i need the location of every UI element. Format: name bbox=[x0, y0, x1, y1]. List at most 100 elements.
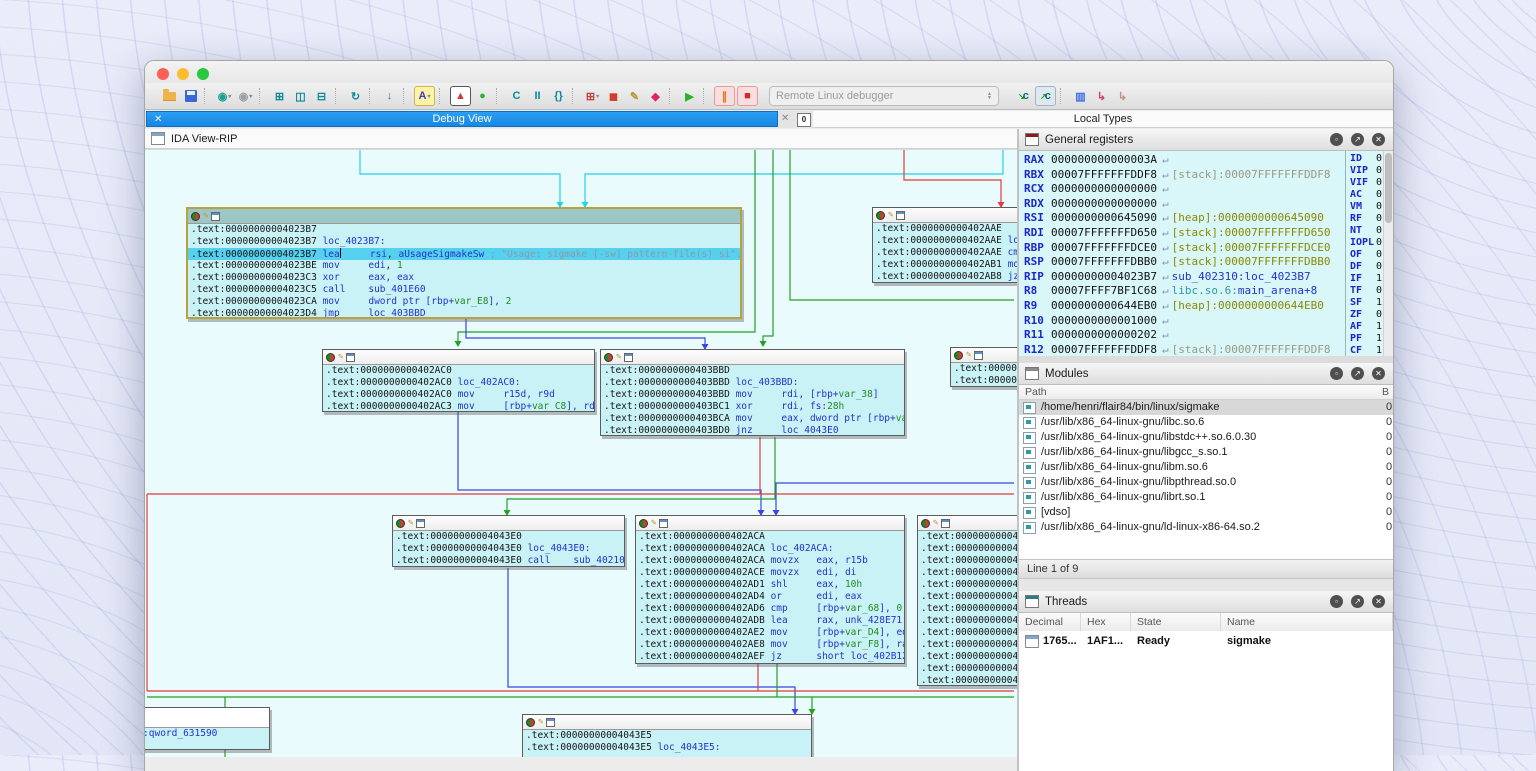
disasm-line[interactable]: .text:0000000000403BCA mov eax, dword pt… bbox=[601, 413, 904, 425]
flag-row[interactable]: VIF0 bbox=[1350, 177, 1384, 189]
close-pane-icon[interactable]: ✕ bbox=[781, 113, 789, 124]
threads-panel-header[interactable]: Threads ▫ ↗ ✕ bbox=[1019, 591, 1393, 613]
dock-panel-button[interactable]: ▫ bbox=[1330, 133, 1343, 146]
module-row[interactable]: /usr/lib/x86_64-linux-gnu/libgcc_s.so.10 bbox=[1019, 445, 1393, 460]
flag-row[interactable]: AC0 bbox=[1350, 189, 1384, 201]
chart-icon[interactable] bbox=[896, 211, 905, 220]
graph-view[interactable]: ✎.text:00000000004023B7.text:00000000004… bbox=[145, 149, 1017, 757]
panel-splitter[interactable] bbox=[1019, 579, 1393, 591]
flag-row[interactable]: VIP0 bbox=[1350, 165, 1384, 177]
tab-debug-view[interactable]: ✕ Debug View bbox=[146, 111, 778, 127]
panel-splitter[interactable] bbox=[1019, 356, 1393, 363]
float-panel-button[interactable]: ↗ bbox=[1351, 133, 1364, 146]
follow-value-icon[interactable]: ↵ bbox=[1162, 211, 1169, 224]
follow-value-icon[interactable]: ↵ bbox=[1162, 197, 1169, 210]
block-4043E5[interactable]: ✎.text:00000000004043E5.text:00000000004… bbox=[522, 714, 812, 757]
disasm-line[interactable]: .text:0000000000402AC3 mov [rbp+var_C8],… bbox=[323, 401, 594, 412]
chart-icon[interactable] bbox=[546, 718, 555, 727]
disasm-line[interactable]: .text:00000000004023D4 jmp loc_403BBD bbox=[188, 308, 740, 319]
jump-name-icon[interactable]: ◉▾ bbox=[236, 87, 255, 105]
chart-icon[interactable] bbox=[346, 353, 355, 362]
follow-value-icon[interactable]: ↵ bbox=[1162, 153, 1169, 166]
flag-row[interactable]: RF0 bbox=[1350, 213, 1384, 225]
breakpoint-icon[interactable] bbox=[526, 718, 535, 727]
flag-row[interactable]: IF1 bbox=[1350, 273, 1384, 285]
threads-column-header[interactable]: Decimal Hex State Name bbox=[1019, 613, 1393, 632]
breakpoint-icon[interactable] bbox=[326, 353, 335, 362]
edit-icon[interactable]: ✎ bbox=[966, 351, 971, 360]
module-row[interactable]: /usr/lib/x86_64-linux-gnu/ld-linux-x86-6… bbox=[1019, 520, 1393, 535]
jump-down-icon[interactable]: ↓ bbox=[380, 87, 399, 105]
trace-into-icon[interactable]: ↳ bbox=[1092, 87, 1111, 105]
disasm-line[interactable]: .text:000000000040 bbox=[918, 663, 1017, 675]
flag-row[interactable]: CF1 bbox=[1350, 345, 1384, 356]
follow-value-icon[interactable]: ↵ bbox=[1162, 314, 1169, 327]
block-402AC0[interactable]: ✎.text:0000000000402AC0.text:00000000004… bbox=[322, 349, 595, 412]
disasm-line[interactable]: .text:00000000004023B7 loc_4023B7: bbox=[188, 236, 740, 248]
edit-icon[interactable]: ✎ bbox=[538, 718, 543, 727]
pane-badge-icon[interactable]: 0 bbox=[797, 113, 811, 127]
close-panel-button[interactable]: ✕ bbox=[1372, 595, 1385, 608]
register-row[interactable]: RSI0000000000645090↵[heap]:0000000000645… bbox=[1024, 211, 1345, 226]
disasm-line[interactable]: .text:00000000004023C5 call sub_401E60 bbox=[188, 284, 740, 296]
zoom-window-button[interactable] bbox=[197, 68, 209, 80]
scrollbar-thumb[interactable] bbox=[1385, 153, 1392, 223]
follow-value-icon[interactable]: ↵ bbox=[1162, 284, 1169, 297]
graph-overview-icon[interactable]: ▲ bbox=[450, 86, 471, 106]
block-header[interactable]: ✎ bbox=[523, 715, 811, 730]
minimize-window-button[interactable] bbox=[177, 68, 189, 80]
disasm-line[interactable]: .text:00000000004043E0 bbox=[393, 531, 624, 543]
disasm-line[interactable]: .text:0000000000402ACA loc_402ACA: bbox=[636, 543, 904, 555]
ida-view-header[interactable]: IDA View-RIP bbox=[145, 129, 1017, 149]
float-panel-button[interactable]: ↗ bbox=[1351, 595, 1364, 608]
refresh-view-icon[interactable]: ↻ bbox=[346, 87, 365, 105]
breakpoint-icon[interactable]: ◼ bbox=[604, 87, 623, 105]
disasm-line[interactable]: .text:000000000040 bbox=[918, 627, 1017, 639]
disasm-line[interactable]: .text:00000000004023C3 xor eax, eax bbox=[188, 272, 740, 284]
edit-icon[interactable]: ✎ bbox=[338, 353, 343, 362]
disasm-line[interactable]: .text:00000000004023BE mov edi, 1 bbox=[188, 260, 740, 272]
flag-row[interactable]: NT0 bbox=[1350, 225, 1384, 237]
disasm-line[interactable]: .text:0000000000403BD0 jnz loc_4043E0 bbox=[601, 425, 904, 436]
module-row[interactable]: /usr/lib/x86_64-linux-gnu/libpthread.so.… bbox=[1019, 475, 1393, 490]
flag-row[interactable]: PF1 bbox=[1350, 333, 1384, 345]
disasm-line[interactable]: .text:000000000040 bbox=[951, 363, 1017, 375]
close-panel-button[interactable]: ✕ bbox=[1372, 367, 1385, 380]
disasm-line[interactable]: .text:0000000000403BBD loc_403BBD: bbox=[601, 377, 904, 389]
breakpoint-list-icon[interactable]: ⊞▾ bbox=[583, 87, 602, 105]
block-clipped-right[interactable]: ✎.text:000000000040.text:000000000040.te… bbox=[917, 515, 1017, 686]
flag-row[interactable]: ZF0 bbox=[1350, 309, 1384, 321]
chart-icon[interactable] bbox=[416, 519, 425, 528]
block-403BBD[interactable]: ✎.text:0000000000403BBD.text:00000000004… bbox=[600, 349, 905, 436]
follow-value-icon[interactable]: ↵ bbox=[1162, 343, 1169, 356]
disasm-line[interactable]: .text:00000000004043E0 call sub_402100 bbox=[393, 555, 624, 567]
segments-window-icon[interactable]: ⊞ bbox=[270, 87, 289, 105]
module-row[interactable]: /home/henri/flair84/bin/linux/sigmake0 bbox=[1019, 400, 1393, 415]
step-into-icon[interactable]: ↘c bbox=[1014, 87, 1033, 105]
flag-row[interactable]: OF0 bbox=[1350, 249, 1384, 261]
stack-window-icon[interactable]: II bbox=[528, 87, 547, 105]
modules-column-header[interactable]: Path B bbox=[1019, 385, 1393, 400]
disasm-line[interactable]: .text:00000000004023CA mov dword ptr [rb… bbox=[188, 296, 740, 308]
breakpoint-icon[interactable] bbox=[396, 519, 405, 528]
follow-value-icon[interactable]: ↵ bbox=[1162, 328, 1169, 341]
register-row[interactable]: R1200007FFFFFFFDDF8↵[stack]:00007FFFFFFF… bbox=[1024, 343, 1345, 356]
disasm-line[interactable]: .text:00000000004043E0 loc_4043E0: bbox=[393, 543, 624, 555]
disasm-line[interactable]: .text:000000000040 bbox=[918, 531, 1017, 543]
register-row[interactable]: RBP00007FFFFFFFDCE0↵[stack]:00007FFFFFFF… bbox=[1024, 241, 1345, 256]
disasm-line[interactable]: .text:0000000000402AB8 jz bbox=[873, 271, 1017, 283]
flag-row[interactable]: TF0 bbox=[1350, 285, 1384, 297]
text-options-icon[interactable]: A▾ bbox=[414, 86, 435, 106]
registers-scrollbar[interactable] bbox=[1383, 151, 1393, 356]
exit-view-icon[interactable]: ⊟ bbox=[312, 87, 331, 105]
register-row[interactable]: RDI00007FFFFFFFD650↵[stack]:00007FFFFFFF… bbox=[1024, 226, 1345, 241]
flag-row[interactable]: VM0 bbox=[1350, 201, 1384, 213]
register-row[interactable]: R100000000000001000↵ bbox=[1024, 314, 1345, 329]
registers-panel-header[interactable]: General registers ▫ ↗ ✕ bbox=[1019, 129, 1393, 151]
block-header[interactable]: ✎ bbox=[918, 516, 1017, 531]
edit-icon[interactable]: ✎ bbox=[408, 519, 413, 528]
register-row[interactable]: RCX0000000000000000↵ bbox=[1024, 182, 1345, 197]
disasm-line[interactable]: .text:0000000000402ACA bbox=[636, 531, 904, 543]
disasm-line[interactable]: .text:000000000040 bbox=[918, 615, 1017, 627]
close-tab-icon[interactable]: ✕ bbox=[154, 114, 162, 125]
